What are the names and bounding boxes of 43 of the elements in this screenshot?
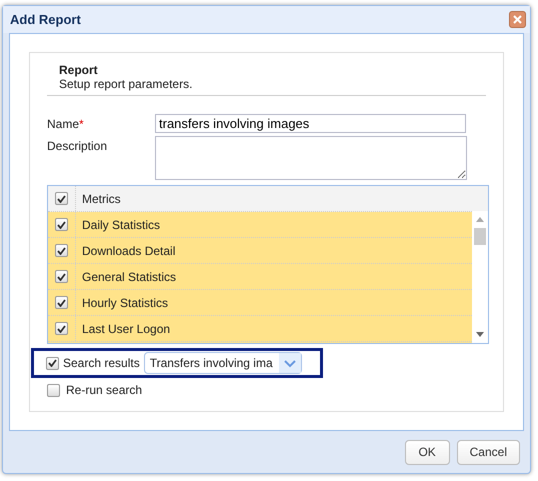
- field-label: Name*: [47, 116, 85, 133]
- cancel-button[interactable]: Cancel: [456, 440, 520, 464]
- metric-name: Downloads Detail: [81, 244, 176, 258]
- column-header: Metrics: [81, 192, 121, 206]
- check-icon: [57, 194, 66, 202]
- metric-name: Daily Statistics: [81, 218, 160, 232]
- scroll-down-icon[interactable]: [476, 332, 484, 337]
- checkbox-label: Search results: [63, 356, 140, 370]
- checkbox-label: Re-run search: [66, 383, 142, 397]
- grid-row[interactable]: Last User Logon: [48, 316, 472, 342]
- checkbox[interactable]: [55, 192, 68, 205]
- grid-row[interactable]: Hourly Statistics: [48, 290, 472, 316]
- grid-row[interactable]: General Statistics: [48, 264, 472, 290]
- section-subtitle: Setup report parameters.: [59, 77, 194, 91]
- checkbox[interactable]: [55, 296, 68, 309]
- check-icon: [57, 220, 66, 228]
- checkbox[interactable]: [47, 384, 60, 396]
- chevron-icon: [278, 353, 301, 373]
- check-icon: [48, 359, 57, 367]
- checkbox[interactable]: [55, 322, 68, 335]
- ok-button[interactable]: OK: [404, 440, 450, 464]
- metric-name: Last User Logon: [81, 322, 170, 336]
- metric-name: General Statistics: [81, 270, 176, 284]
- check-icon: [57, 272, 66, 280]
- check-icon: [57, 324, 66, 332]
- grid-row[interactable]: Daily Statistics: [48, 212, 472, 238]
- check-icon: [57, 246, 66, 254]
- metric-name: Hourly Statistics: [81, 296, 168, 310]
- checkbox[interactable]: [55, 218, 68, 231]
- grid-row[interactable]: Downloads Detail: [48, 238, 472, 264]
- checkbox[interactable]: [55, 270, 68, 283]
- checkbox[interactable]: [55, 244, 68, 257]
- window-title: Add Report: [10, 12, 81, 27]
- search-dropdown[interactable]: Transfers involving ima: [144, 352, 302, 374]
- close-button[interactable]: [509, 11, 526, 28]
- name-field[interactable]: transfers involving images: [155, 114, 466, 133]
- check-icon: [57, 298, 66, 306]
- section-title: Report: [59, 63, 99, 77]
- checkbox[interactable]: [46, 356, 59, 370]
- description-field[interactable]: [155, 136, 467, 180]
- close-icon: [513, 15, 522, 24]
- field-label: Description: [47, 138, 108, 155]
- scrollbar-thumb[interactable]: [474, 228, 486, 245]
